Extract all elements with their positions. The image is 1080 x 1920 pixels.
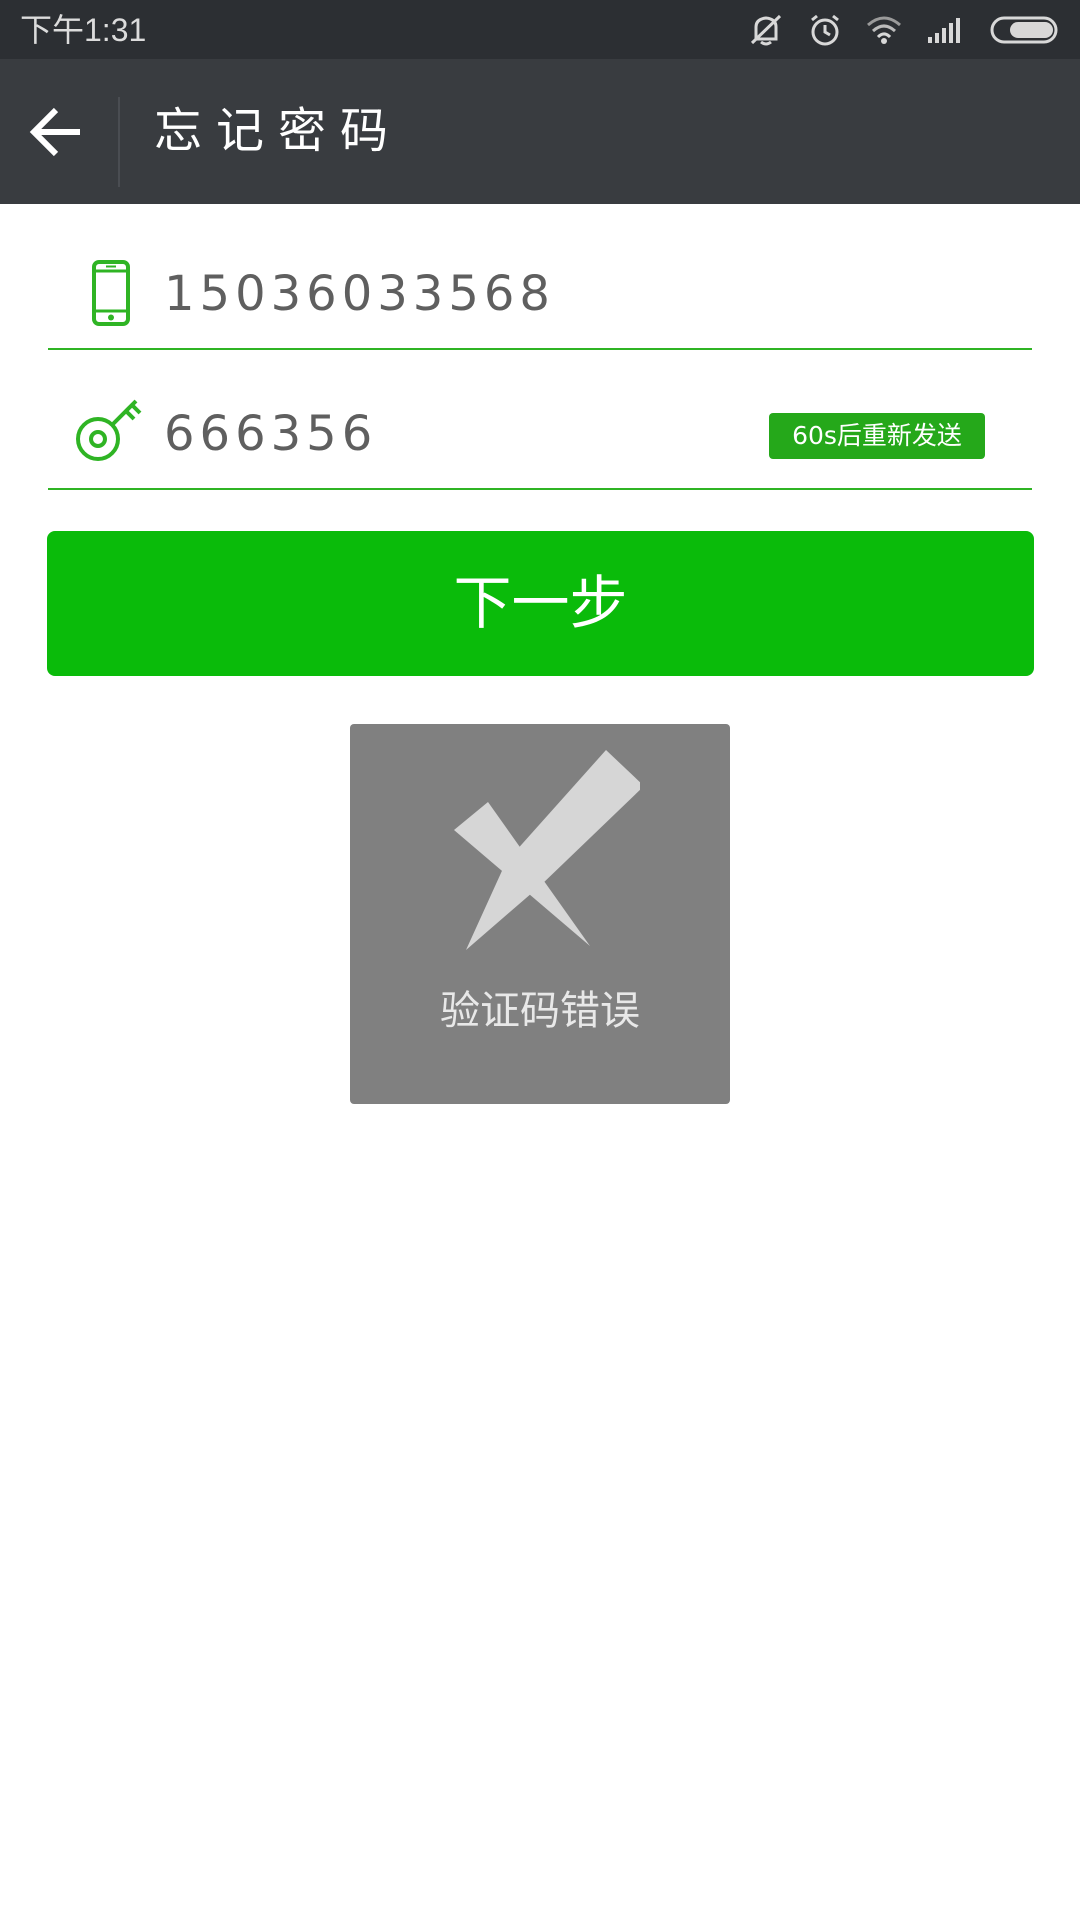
phone-input[interactable] [164,262,764,326]
status-icons [748,10,1062,50]
battery-icon [990,16,1058,44]
alarm-icon [811,14,839,46]
toast-message: 验证码错误 [440,988,640,1034]
error-toast: 验证码错误 [350,724,730,1104]
status-bar: 下午1:31 [0,0,1080,59]
arrow-left-icon [29,107,80,157]
code-input[interactable] [164,402,764,466]
next-button[interactable]: 下一步 [47,531,1034,676]
app-bar-divider [118,97,120,187]
signal-icon [928,18,960,43]
key-icon [74,394,144,464]
resend-code-button[interactable]: 60s后重新发送 [769,413,985,459]
page-title: 忘记密码 [154,103,403,159]
status-time: 下午1:31 [20,12,147,48]
app-bar: 忘记密码 [0,59,1080,204]
error-x-icon [454,750,640,950]
phone-icon [76,258,146,328]
code-field-row: 60s后重新发送 [48,380,1032,490]
vibrate-off-icon [750,14,782,46]
back-button[interactable] [18,99,94,165]
phone-field-row [48,240,1032,350]
wifi-icon [867,16,901,44]
